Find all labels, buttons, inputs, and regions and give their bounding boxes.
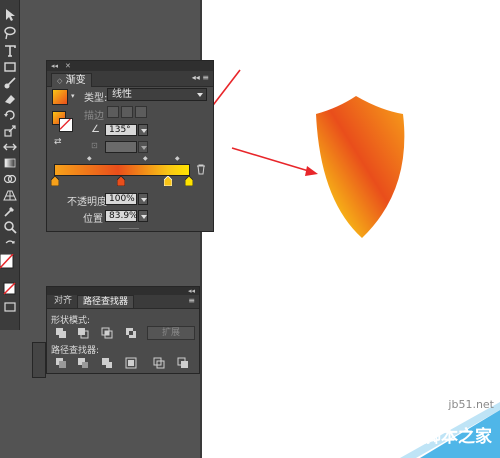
- aspect-ratio-dropdown[interactable]: [138, 141, 148, 153]
- gradient-thumbnail[interactable]: [52, 89, 68, 105]
- screen-mode-icon[interactable]: [3, 300, 17, 314]
- location-field[interactable]: 83.9%: [105, 210, 138, 222]
- divide-icon[interactable]: [55, 357, 67, 369]
- eyedropper-tool-icon[interactable]: [3, 204, 17, 218]
- location-dropdown[interactable]: [138, 210, 148, 222]
- eraser-tool-icon[interactable]: [3, 92, 17, 106]
- gradient-stop-1[interactable]: [51, 176, 59, 186]
- crop-icon[interactable]: [125, 357, 137, 369]
- pathfinders-label: 路径查找器:: [51, 346, 100, 356]
- updown-icon: ◇: [57, 77, 63, 85]
- gradient-panel: ◂◂ ✕ ◇ 渐变 ◂◂ ≡ ▾ 类型: 线性 描边 ∠ 135° ⊡ ⇄ ◆ …: [46, 60, 214, 232]
- close-icon[interactable]: ✕: [65, 62, 71, 70]
- fill-color-swatch[interactable]: [0, 254, 14, 274]
- type-tool-icon[interactable]: [3, 44, 17, 58]
- aspect-ratio-field[interactable]: [105, 141, 137, 153]
- scale-tool-icon[interactable]: [3, 124, 17, 138]
- minus-front-icon[interactable]: [77, 327, 89, 339]
- zoom-tool-icon[interactable]: [3, 220, 17, 234]
- lasso-tool-icon[interactable]: [3, 26, 17, 40]
- intersect-icon[interactable]: [101, 327, 113, 339]
- type-select[interactable]: 线性: [107, 88, 207, 101]
- panel-menu-icon[interactable]: ◂◂ ≡: [192, 73, 209, 82]
- gradient-slider[interactable]: [54, 164, 190, 176]
- aspect-ratio-icon: ⊡: [91, 141, 98, 150]
- tab-gradient[interactable]: ◇ 渐变: [51, 73, 92, 87]
- shape-modes-label: 形状模式:: [51, 316, 91, 326]
- delete-stop-icon[interactable]: [195, 163, 207, 175]
- midpoint-left-icon[interactable]: ◆: [87, 155, 92, 162]
- midpoint-right-icon[interactable]: ◆: [175, 155, 180, 162]
- type-label: 类型:: [84, 93, 108, 104]
- angle-field[interactable]: 135°: [105, 124, 137, 136]
- tools-panel: [0, 0, 20, 330]
- type-select-value: 线性: [112, 89, 132, 100]
- gradient-panel-topbar[interactable]: ◂◂ ✕: [47, 61, 213, 71]
- pathfinder-panel: ◂◂ 对齐 路径查找器 ≡ 形状模式: 扩展 路径查找器:: [46, 286, 200, 374]
- tab-pathfinder[interactable]: 路径查找器: [77, 295, 135, 308]
- panel-resize-grip[interactable]: [119, 228, 139, 229]
- perspective-tool-icon[interactable]: [3, 188, 17, 202]
- width-tool-icon[interactable]: [3, 140, 17, 154]
- opacity-label: 不透明度: [67, 197, 107, 208]
- stroke-mode-1-icon[interactable]: [107, 106, 119, 118]
- angle-icon: ∠: [91, 124, 100, 135]
- tab-gradient-label: 渐变: [65, 75, 86, 86]
- opacity-dropdown[interactable]: [138, 193, 148, 205]
- pathfinder-tabbar: 对齐 路径查找器 ≡: [47, 295, 199, 309]
- outline-icon[interactable]: [153, 357, 165, 369]
- swap-colors-icon[interactable]: [3, 238, 17, 252]
- collapse-arrows-icon[interactable]: ◂◂: [188, 287, 195, 295]
- gradient-stop-4[interactable]: [185, 176, 193, 186]
- minus-back-icon[interactable]: [177, 357, 189, 369]
- fill-stroke-indicator[interactable]: [52, 111, 74, 133]
- watermark: jb51.net 脚本之家: [360, 388, 500, 458]
- panel-menu-icon[interactable]: ≡: [188, 296, 195, 305]
- stroke-swatch[interactable]: [59, 118, 73, 132]
- exclude-icon[interactable]: [125, 327, 137, 339]
- stroke-label: 描边: [84, 111, 104, 122]
- tab-align[interactable]: 对齐: [49, 295, 77, 309]
- shape-builder-tool-icon[interactable]: [3, 172, 17, 186]
- selection-tool-icon[interactable]: [3, 8, 17, 22]
- rectangle-tool-icon[interactable]: [3, 60, 17, 74]
- gradient-tabbar: ◇ 渐变 ◂◂ ≡: [47, 71, 213, 87]
- expand-button[interactable]: 扩展: [147, 326, 195, 340]
- watermark-name: 脚本之家: [424, 427, 492, 447]
- angle-dropdown[interactable]: [138, 124, 148, 136]
- gradient-tool-icon[interactable]: [3, 156, 17, 170]
- docked-panel-edge[interactable]: [32, 342, 46, 378]
- chevron-down-icon: [197, 93, 203, 97]
- none-color-icon[interactable]: [3, 282, 17, 296]
- midpoint-mid-icon[interactable]: ◆: [143, 155, 148, 162]
- brush-tool-icon[interactable]: [3, 76, 17, 90]
- stroke-mode-3-icon[interactable]: [135, 106, 147, 118]
- watermark-site: jb51.net: [448, 398, 494, 411]
- gradient-stop-3[interactable]: [164, 176, 172, 186]
- thumbnail-dropdown-icon[interactable]: ▾: [71, 92, 75, 100]
- collapse-arrows-icon[interactable]: ◂◂: [51, 62, 58, 70]
- stroke-mode-2-icon[interactable]: [121, 106, 133, 118]
- reverse-gradient-icon[interactable]: ⇄: [54, 137, 62, 147]
- pathfinder-topbar[interactable]: ◂◂: [47, 287, 199, 295]
- merge-icon[interactable]: [101, 357, 113, 369]
- gradient-stop-2[interactable]: [117, 176, 125, 186]
- location-label: 位置: [83, 214, 103, 225]
- rotate-tool-icon[interactable]: [3, 108, 17, 122]
- unite-icon[interactable]: [55, 327, 67, 339]
- opacity-field[interactable]: 100%: [105, 193, 137, 205]
- trim-icon[interactable]: [77, 357, 89, 369]
